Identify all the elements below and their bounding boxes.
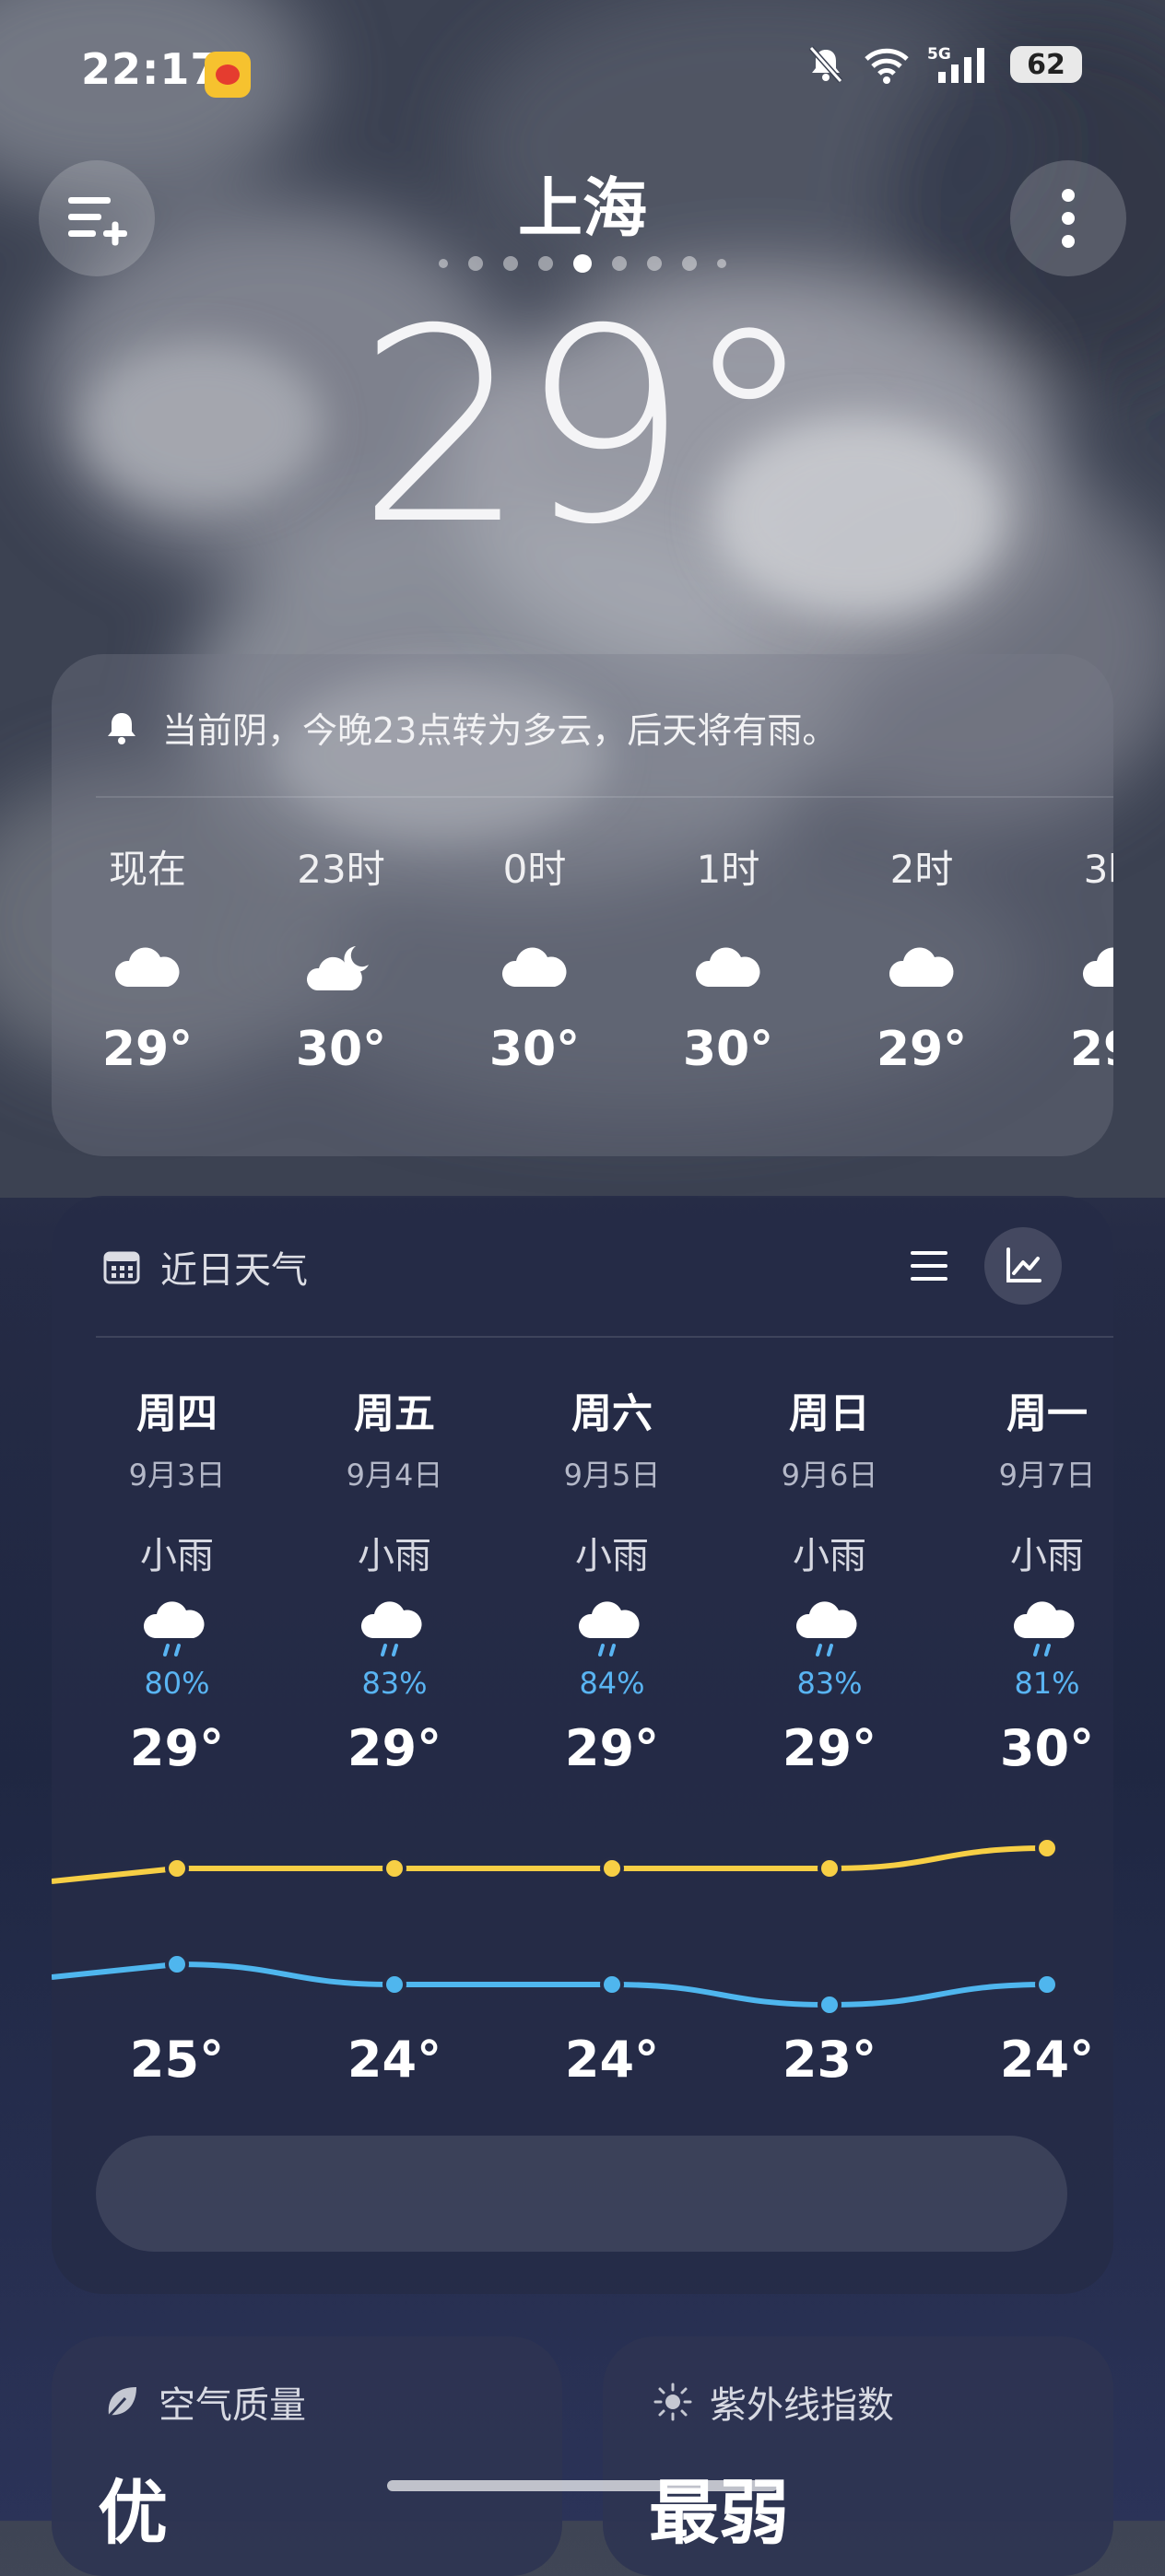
high-temp-point (1035, 1836, 1059, 1860)
weather-alert[interactable]: 当前阴，今晚23点转为多云，后天将有雨。 (101, 702, 837, 753)
air-quality-title: 空气质量 (159, 2384, 306, 2427)
hour-temp: 29° (101, 1022, 194, 1077)
hour-item: 1时 30° (636, 838, 820, 1077)
low-temp-point (818, 1993, 841, 2017)
svg-text:5G: 5G (927, 45, 951, 64)
hour-temp: 30° (295, 1022, 387, 1077)
low-temp-point (382, 1973, 406, 1996)
high-temp-point (818, 1856, 841, 1880)
low-temp-point (165, 1952, 189, 1976)
daily-forecast-card[interactable]: 近日天气 周四 9月3日 小雨 80% 29° 25° 周五 9月4日 小雨 83% 29° 24° 周… (52, 1196, 1113, 2294)
low-temp-point (1035, 1973, 1059, 1996)
signal-5g-icon: 5G (927, 45, 984, 83)
divider (96, 796, 1113, 798)
more-days-button[interactable] (96, 2136, 1067, 2252)
alert-text: 当前阴，今晚23点转为多云，后天将有雨。 (162, 710, 838, 751)
uv-index-value: 最弱 (649, 2472, 789, 2554)
hour-item: 0时 30° (442, 838, 627, 1077)
temperature-chart (52, 1836, 1059, 2017)
hour-label: 现在 (108, 847, 186, 892)
hour-temp: 30° (488, 1022, 581, 1077)
page-dot (612, 256, 627, 271)
low-temp-point (600, 1973, 624, 1996)
status-time: 22:17 (81, 44, 221, 94)
page-dot (468, 256, 483, 271)
page-dot (439, 259, 448, 268)
hour-label: 1时 (696, 847, 760, 892)
hour-temp: 29° (876, 1022, 968, 1077)
air-quality-card[interactable]: 空气质量 优 (52, 2336, 562, 2576)
cloud-icon (1082, 947, 1113, 987)
page-dot-active (573, 254, 592, 273)
wifi-icon (865, 48, 909, 84)
status-icons: 5G 62 (806, 44, 1082, 85)
low-temp-line (52, 1961, 1048, 2008)
page-dot (503, 256, 518, 271)
hour-item: 2时 29° (830, 838, 1014, 1077)
page-dot (538, 256, 553, 271)
status-bar: 22:17 5G 62 (0, 0, 1165, 147)
hour-item: 3时 29° (1023, 838, 1113, 1077)
battery-indicator: 62 (1010, 46, 1082, 83)
uv-index-title: 紫外线指数 (710, 2384, 894, 2427)
cloud-icon (888, 947, 954, 987)
hourly-forecast-card[interactable]: 当前阴，今晚23点转为多云，后天将有雨。 现在 29° 23时 30° 0时 3… (52, 654, 1113, 1156)
page-indicator[interactable] (0, 254, 1165, 273)
hour-item: 23时 30° (249, 838, 433, 1077)
weibo-notification-icon (205, 52, 251, 98)
uv-index-header: 紫外线指数 (653, 2375, 894, 2429)
high-temp-line (52, 1845, 1048, 1884)
cloud-icon (695, 947, 760, 987)
air-quality-header: 空气质量 (101, 2375, 306, 2429)
hour-label: 23时 (297, 847, 385, 892)
sun-icon (653, 2383, 692, 2421)
current-temperature: 29° (356, 273, 816, 583)
hour-label: 2时 (889, 847, 954, 892)
air-quality-value: 优 (98, 2472, 168, 2554)
cloud-icon (501, 947, 567, 987)
cloud-icon (114, 947, 180, 987)
hour-item: 现在 29° (55, 838, 240, 1077)
city-name: 上海 (518, 170, 647, 246)
high-temp-point (382, 1856, 406, 1880)
leaf-icon (105, 2387, 136, 2420)
high-temp-point (165, 1856, 189, 1880)
page-dot (682, 256, 697, 271)
cloud-moon-icon (306, 946, 369, 990)
mute-bell-icon (808, 46, 843, 83)
page-dot (647, 256, 662, 271)
high-temp-point (600, 1856, 624, 1880)
home-indicator[interactable] (387, 2480, 778, 2491)
page-dot (717, 259, 726, 268)
uv-index-card[interactable]: 紫外线指数 最弱 (603, 2336, 1113, 2576)
hour-label: 0时 (502, 847, 567, 892)
bell-icon (108, 712, 135, 744)
hour-label: 3时 (1083, 847, 1113, 892)
hour-temp: 30° (682, 1022, 774, 1077)
hour-temp: 29° (1069, 1022, 1113, 1077)
